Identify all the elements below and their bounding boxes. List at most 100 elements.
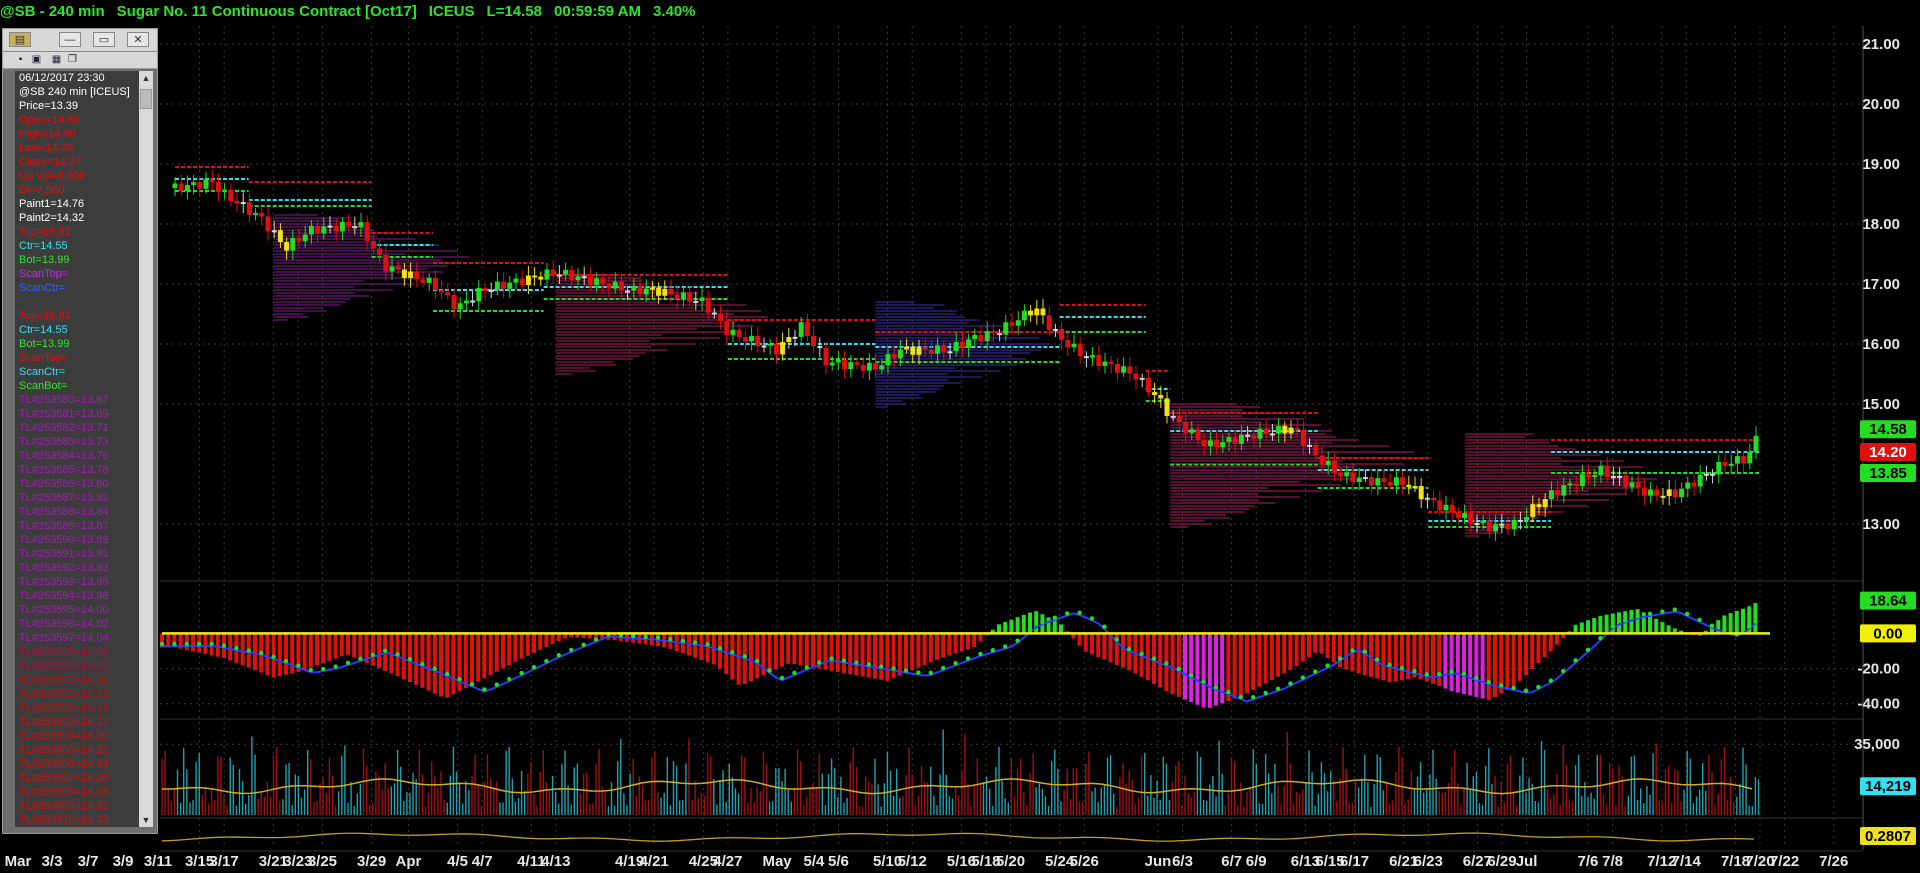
price-candle <box>866 353 872 381</box>
price-candle <box>463 291 469 311</box>
data-window-line: Top=15.82 <box>19 310 71 322</box>
osc-histogram-bar <box>1617 612 1621 634</box>
price-candle <box>1257 422 1263 448</box>
copy-icon[interactable]: ❐ <box>67 54 78 65</box>
window-menu-icon[interactable]: ▤ <box>9 32 31 47</box>
price-candle <box>451 289 457 318</box>
candle-body <box>1672 489 1678 498</box>
price-candle <box>1065 330 1071 356</box>
scroll-up-icon[interactable]: ▲ <box>139 71 153 85</box>
osc-signal-dot <box>1523 688 1529 693</box>
data-window-line: Paint2=14.32 <box>19 212 85 224</box>
data-window-line: TL#253606=14.24 <box>19 758 109 770</box>
time-axis-label: 5/4 <box>803 853 825 870</box>
osc-histogram-bar <box>1486 633 1491 700</box>
price-candle <box>1369 472 1375 494</box>
osc-histogram-bar <box>1046 617 1051 634</box>
candle-body <box>1573 483 1579 487</box>
candle-body <box>296 237 302 242</box>
candle-body <box>364 222 370 241</box>
osc-signal-dot <box>1585 647 1591 653</box>
osc-signal-dot <box>1412 669 1417 674</box>
candle-body <box>1238 434 1244 444</box>
candle-body <box>408 271 414 278</box>
candle-body <box>277 230 283 243</box>
candle-body <box>1499 523 1505 526</box>
chart-canvas[interactable]: 21.00 20.00 19.00 18.00 17.00 16.00 15.00 13.00… <box>0 0 1920 873</box>
osc-signal-dot <box>1102 624 1107 629</box>
scroll-down-icon[interactable]: ▼ <box>139 813 153 827</box>
candle-body <box>1406 484 1412 487</box>
candle-body <box>1232 437 1238 444</box>
data-window-scrollbar[interactable]: ▲ ▼ <box>139 71 153 827</box>
candle-body <box>1102 361 1108 366</box>
candle-body <box>1028 310 1034 316</box>
osc-signal-dot <box>1003 644 1008 649</box>
osc-histogram-bar <box>1300 633 1305 662</box>
price-candle <box>835 350 841 370</box>
price-candle <box>842 350 848 379</box>
candle-body <box>910 346 916 355</box>
save-icon[interactable]: ▪ <box>15 54 26 65</box>
price-candle <box>1406 475 1412 495</box>
osc-histogram-bar <box>755 633 760 679</box>
osc-histogram-bar <box>848 633 853 675</box>
volume-value-label: 14,219 <box>1865 778 1911 795</box>
osc-signal-dot <box>1040 619 1045 625</box>
candle-body <box>1555 490 1561 496</box>
price-candle <box>1040 298 1046 325</box>
osc-histogram-bar <box>811 633 815 668</box>
minimize-button[interactable]: — <box>59 32 81 47</box>
candle-body <box>997 333 1003 336</box>
candle-body <box>563 269 569 275</box>
grid-icon[interactable]: ▦ <box>51 54 62 65</box>
osc-histogram-bar <box>1579 622 1584 634</box>
candle-body <box>333 225 339 232</box>
osc-signal-dot <box>1647 611 1653 617</box>
price-candle <box>1747 443 1753 470</box>
candle-body <box>699 297 705 301</box>
candle-body <box>1077 343 1083 357</box>
price-candle <box>804 313 810 342</box>
price-candle <box>1691 473 1697 496</box>
data-window-line: TL#253585=13.78 <box>19 464 109 476</box>
candle-body <box>767 343 773 346</box>
osc-signal-dot <box>432 666 437 671</box>
print-icon[interactable]: ▣ <box>31 54 42 65</box>
osc-histogram-bar <box>327 633 332 661</box>
candle-body <box>246 202 252 215</box>
osc-signal-dot <box>308 667 313 673</box>
data-window-titlebar[interactable]: ▤ — ▭ ✕ <box>3 29 157 52</box>
price-candle <box>1449 498 1455 522</box>
restore-button[interactable]: ▭ <box>93 32 115 47</box>
osc-signal-dot <box>1015 638 1020 643</box>
osc-histogram-bar <box>315 633 319 666</box>
data-window-line: TL#253586=13.80 <box>19 478 109 490</box>
data-window-line: TL#253610=14.33 <box>19 814 109 826</box>
osc-histogram-bar <box>1034 611 1039 634</box>
osc-signal-dot <box>345 660 351 666</box>
price-tick-label: 15.00 <box>1862 396 1900 413</box>
candle-body <box>259 212 265 217</box>
candle-body <box>1480 520 1486 524</box>
osc-histogram-bar <box>1356 633 1361 674</box>
candle-body <box>594 278 600 286</box>
candle-body <box>687 292 693 302</box>
candle-body <box>1617 476 1623 479</box>
candle-body <box>1437 500 1443 511</box>
data-window-line: ScanBot= <box>19 380 68 392</box>
candle-body <box>1474 523 1480 526</box>
candle-body <box>656 287 662 296</box>
data-window-line: TL#253607=14.26 <box>19 772 109 784</box>
candle-body <box>1195 429 1201 440</box>
close-button[interactable]: ✕ <box>127 32 149 47</box>
price-candle <box>1660 488 1666 505</box>
osc-histogram-bar <box>873 633 877 679</box>
candle-body <box>315 225 321 234</box>
osc-histogram-bar <box>284 633 288 675</box>
data-window-line: TL#253604=14.20 <box>19 730 109 742</box>
candle-body <box>178 183 184 192</box>
scroll-thumb[interactable] <box>140 89 152 109</box>
data-window[interactable]: ▤ — ▭ ✕ ▪ ▣ ▦ ❐ 06/12/2017 23:30 @SB 240 … <box>2 28 158 834</box>
candle-body <box>1251 435 1257 439</box>
